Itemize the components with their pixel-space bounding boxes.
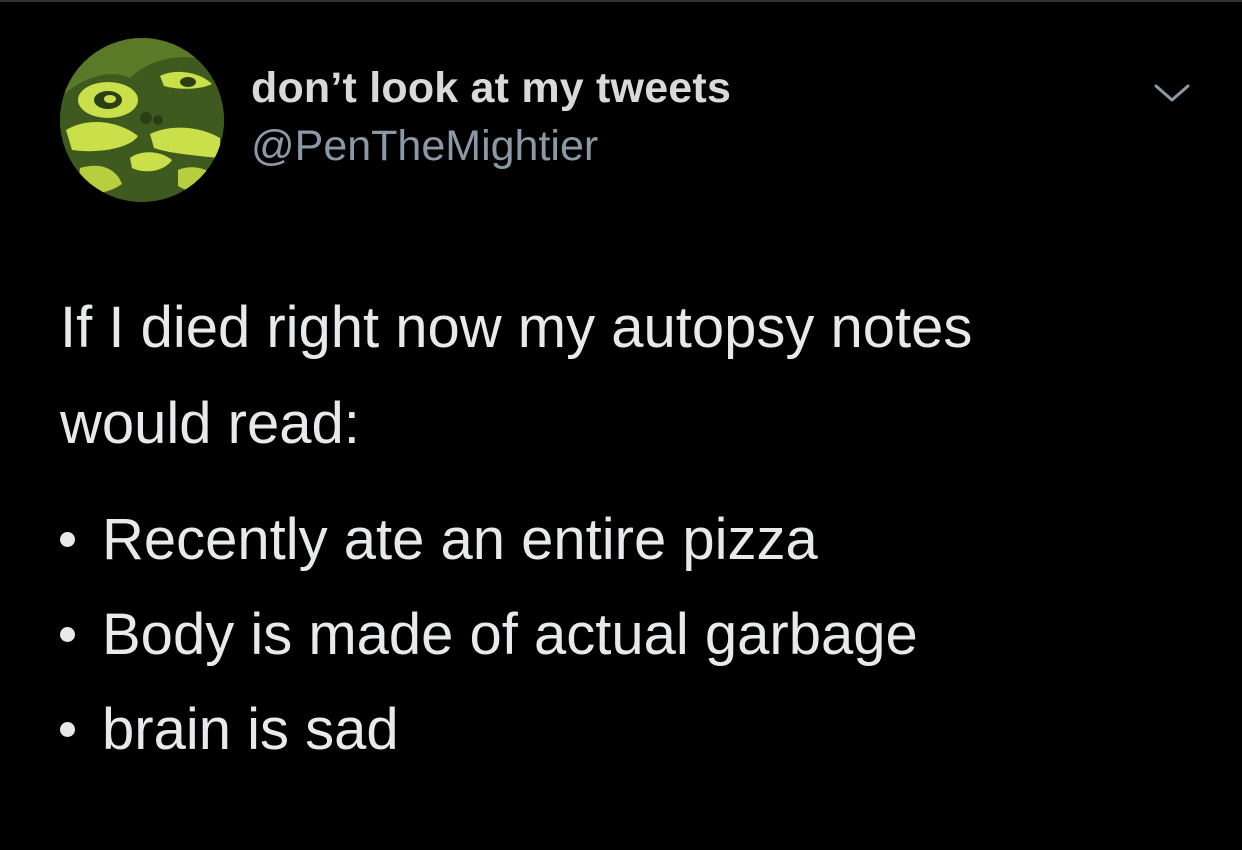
bullet-icon: [60, 627, 75, 642]
avatar-face-icon: [60, 38, 224, 202]
author-handle[interactable]: @PenTheMightier: [251, 120, 598, 172]
tweet-menu-button[interactable]: [1152, 80, 1192, 108]
tweet-text: If I died right now my autopsy notes wou…: [60, 280, 1200, 472]
bullet-icon: [60, 722, 75, 737]
list-item: Body is made of actual garbage: [60, 587, 1200, 682]
author-display-name[interactable]: don’t look at my tweets: [251, 62, 731, 114]
bullet-icon: [60, 532, 75, 547]
chevron-down-icon: [1154, 84, 1190, 102]
tweet-text-line: would read:: [60, 391, 360, 456]
list-item-text: Body is made of actual garbage: [102, 602, 918, 667]
list-item-text: brain is sad: [102, 697, 399, 762]
list-item: brain is sad: [60, 682, 1200, 777]
tweet-card: don’t look at my tweets @PenTheMightier …: [0, 0, 1242, 850]
list-item-text: Recently ate an entire pizza: [102, 507, 818, 572]
tweet-text-line: If I died right now my autopsy notes: [60, 295, 973, 360]
bullet-list: Recently ate an entire pizza Body is mad…: [60, 492, 1200, 777]
avatar[interactable]: [60, 38, 224, 202]
list-item: Recently ate an entire pizza: [60, 492, 1200, 587]
